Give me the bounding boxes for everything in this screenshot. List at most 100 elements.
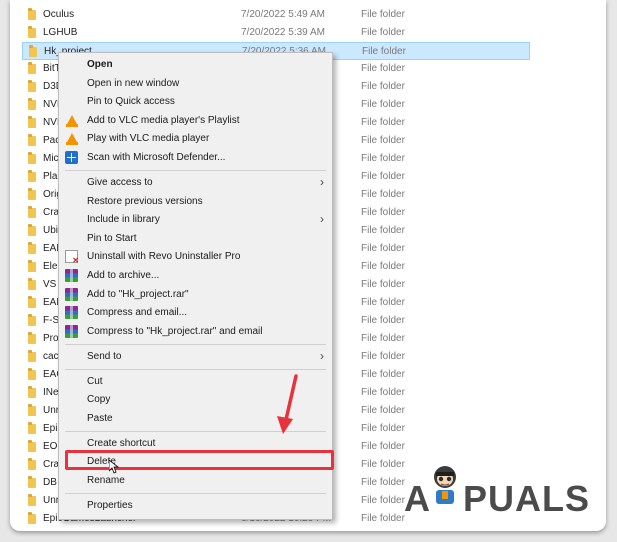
file-name: DB bbox=[43, 477, 57, 488]
folder-icon bbox=[28, 26, 36, 38]
file-type: File folder bbox=[361, 495, 405, 506]
folder-icon bbox=[28, 512, 36, 524]
file-type: File folder bbox=[361, 63, 405, 74]
menu-item-add-vlc-playlist[interactable]: Add to VLC media player's Playlist bbox=[59, 112, 332, 130]
menu-item-give-access[interactable]: Give access to › bbox=[59, 174, 332, 192]
folder-icon bbox=[28, 98, 36, 110]
folder-icon bbox=[28, 422, 36, 434]
winrar-icon bbox=[65, 269, 78, 282]
file-name: VS bbox=[43, 279, 57, 290]
menu-separator bbox=[65, 369, 326, 370]
menu-item-pin-quick-access[interactable]: Pin to Quick access bbox=[59, 93, 332, 111]
menu-item-include-library[interactable]: Include in library › bbox=[59, 211, 332, 229]
folder-icon bbox=[28, 350, 36, 362]
folder-icon bbox=[28, 242, 36, 254]
file-date: 7/20/2022 5:49 AM bbox=[241, 9, 325, 20]
defender-shield-icon bbox=[65, 151, 78, 164]
folder-icon bbox=[28, 8, 36, 20]
folder-icon bbox=[28, 494, 36, 506]
menu-item-pin-start[interactable]: Pin to Start bbox=[59, 230, 332, 248]
menu-item-scan-defender[interactable]: Scan with Microsoft Defender... bbox=[59, 149, 332, 167]
file-type: File folder bbox=[361, 351, 405, 362]
menu-item-compress-rar-email[interactable]: Compress to "Hk_project.rar" and email bbox=[59, 323, 332, 341]
file-type: File folder bbox=[361, 423, 405, 434]
menu-item-open[interactable]: Open bbox=[59, 56, 332, 74]
file-name: Unr bbox=[43, 405, 60, 416]
delete-highlight-box bbox=[65, 450, 334, 470]
file-name: Mic bbox=[43, 153, 59, 164]
file-type: File folder bbox=[361, 9, 405, 20]
menu-item-send-to[interactable]: Send to › bbox=[59, 348, 332, 366]
file-type: File folder bbox=[362, 46, 406, 57]
submenu-arrow-icon: › bbox=[320, 349, 324, 363]
menu-item-restore-versions[interactable]: Restore previous versions bbox=[59, 193, 332, 211]
revo-uninstaller-icon bbox=[65, 250, 79, 265]
file-type: File folder bbox=[361, 207, 405, 218]
folder-icon bbox=[28, 80, 36, 92]
file-type: File folder bbox=[361, 297, 405, 308]
folder-icon bbox=[28, 296, 36, 308]
file-type: File folder bbox=[361, 333, 405, 344]
folder-icon bbox=[28, 170, 36, 182]
file-type: File folder bbox=[361, 153, 405, 164]
menu-item-play-vlc[interactable]: Play with VLC media player bbox=[59, 130, 332, 148]
winrar-icon bbox=[65, 325, 78, 338]
file-type: File folder bbox=[361, 99, 405, 110]
folder-icon bbox=[28, 206, 36, 218]
menu-item-rename[interactable]: Rename bbox=[59, 472, 332, 490]
folder-icon bbox=[28, 386, 36, 398]
file-type: File folder bbox=[361, 117, 405, 128]
file-name: LGHUB bbox=[43, 27, 78, 38]
red-arrow-annotation bbox=[277, 374, 298, 434]
vlc-cone-icon bbox=[65, 132, 78, 145]
folder-icon bbox=[28, 62, 36, 74]
file-row[interactable]: LGHUB 7/20/2022 5:39 AM File folder bbox=[10, 24, 606, 42]
folder-icon bbox=[28, 152, 36, 164]
file-name: Oculus bbox=[43, 9, 75, 20]
folder-icon bbox=[28, 260, 36, 272]
folder-icon bbox=[28, 134, 36, 146]
menu-item-add-rar[interactable]: Add to "Hk_project.rar" bbox=[59, 286, 332, 304]
submenu-arrow-icon: › bbox=[320, 175, 324, 189]
menu-item-add-archive[interactable]: Add to archive... bbox=[59, 267, 332, 285]
folder-icon bbox=[28, 188, 36, 200]
file-type: File folder bbox=[361, 387, 405, 398]
file-type: File folder bbox=[361, 279, 405, 290]
menu-item-compress-email[interactable]: Compress and email... bbox=[59, 304, 332, 322]
folder-icon bbox=[28, 224, 36, 236]
file-name: Unr bbox=[43, 495, 60, 506]
file-name: Ubi bbox=[43, 225, 59, 236]
folder-icon bbox=[29, 45, 37, 57]
file-name: Epi bbox=[43, 423, 58, 434]
file-type: File folder bbox=[361, 261, 405, 272]
file-name: Pro bbox=[43, 333, 59, 344]
folder-icon bbox=[28, 476, 36, 488]
menu-item-open-new-window[interactable]: Open in new window bbox=[59, 75, 332, 93]
file-type: File folder bbox=[361, 225, 405, 236]
menu-separator bbox=[65, 344, 326, 345]
file-type: File folder bbox=[361, 315, 405, 326]
winrar-icon bbox=[65, 306, 78, 319]
file-type: File folder bbox=[361, 243, 405, 254]
file-type: File folder bbox=[361, 27, 405, 38]
file-type: File folder bbox=[361, 459, 405, 470]
folder-icon bbox=[28, 116, 36, 128]
appuals-mascot-icon bbox=[434, 466, 456, 504]
menu-item-properties[interactable]: Properties bbox=[59, 497, 332, 515]
menu-separator bbox=[65, 493, 326, 494]
file-type: File folder bbox=[361, 189, 405, 200]
menu-item-uninstall-revo[interactable]: Uninstall with Revo Uninstaller Pro bbox=[59, 248, 332, 266]
folder-icon bbox=[28, 404, 36, 416]
file-date: 7/20/2022 5:39 AM bbox=[241, 27, 325, 38]
file-type: File folder bbox=[361, 135, 405, 146]
submenu-arrow-icon: › bbox=[320, 212, 324, 226]
file-name: INe bbox=[43, 387, 59, 398]
folder-icon bbox=[28, 278, 36, 290]
explorer-window: Oculus 7/20/2022 5:49 AM File folder LGHUB 7… bbox=[10, 0, 606, 531]
winrar-icon bbox=[65, 288, 78, 301]
file-type: File folder bbox=[361, 477, 405, 488]
folder-icon bbox=[28, 314, 36, 326]
file-row[interactable]: Oculus 7/20/2022 5:49 AM File folder bbox=[10, 6, 606, 24]
file-name: Cra bbox=[43, 207, 60, 218]
folder-icon bbox=[28, 458, 36, 470]
